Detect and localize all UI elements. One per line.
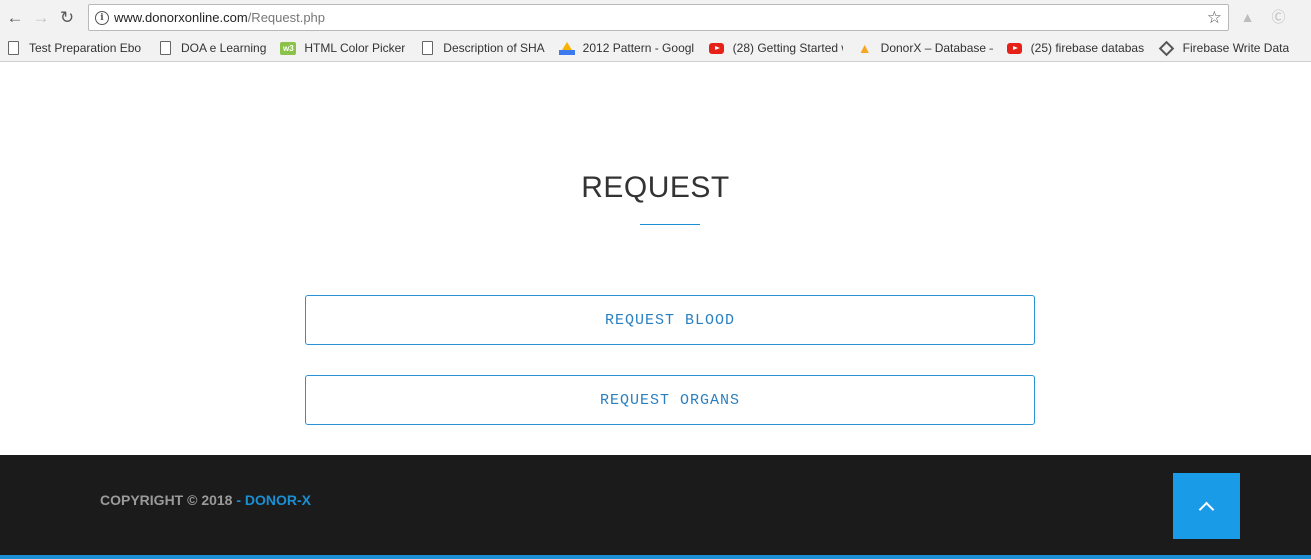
request-section: REQUEST REQUEST BLOOD REQUEST ORGANS <box>0 62 1311 455</box>
bookmark-label: 2012 Pattern - Googl <box>582 41 695 55</box>
bookmark-item[interactable]: Test Preparation Ebo <box>5 41 143 55</box>
skype-extension-icon[interactable]: Ⓒ <box>1270 8 1287 25</box>
bookmark-item[interactable]: (28) Getting Started w <box>709 41 843 55</box>
title-underline <box>640 224 700 225</box>
footer: COPYRIGHT © 2018 - DONOR-X <box>0 455 1311 559</box>
bookmark-label: DonorX – Database – <box>880 41 993 55</box>
page-icon <box>5 41 21 55</box>
bookmark-label: HTML Color Picker <box>304 41 406 55</box>
bookmark-item[interactable]: Description of SHA <box>419 41 545 55</box>
bookmark-label: Test Preparation Ebo <box>29 41 142 55</box>
pdf-extension-icon[interactable]: ▲ <box>1239 8 1256 25</box>
bookmark-label: Description of SHA <box>443 41 545 55</box>
youtube-icon <box>1007 41 1023 55</box>
youtube-icon <box>709 41 725 55</box>
page-icon <box>419 41 435 55</box>
chevron-up-icon <box>1198 501 1215 517</box>
request-blood-button[interactable]: REQUEST BLOOD <box>305 295 1035 345</box>
bookmark-item[interactable]: Firebase Write Data <box>1158 40 1290 56</box>
info-icon[interactable]: i <box>95 10 109 25</box>
firebase-icon: ▲ <box>857 40 872 56</box>
bookmark-label: (25) firebase databas <box>1030 41 1145 55</box>
bookmark-label: Firebase Write Data <box>1182 41 1290 55</box>
bookmark-item[interactable]: ▲ DonorX – Database – <box>857 40 993 56</box>
page-icon <box>157 41 173 55</box>
copyright-text: COPYRIGHT © 2018 - DONOR-X <box>100 492 311 508</box>
codelabs-icon <box>1158 40 1175 56</box>
request-organs-button[interactable]: REQUEST ORGANS <box>305 375 1035 425</box>
brand-link[interactable]: - DONOR-X <box>236 492 311 508</box>
forward-arrow-icon[interactable]: → <box>30 7 52 29</box>
address-bar[interactable]: i www.donorxonline.com/Request.php ☆ <box>88 4 1229 31</box>
back-to-top-button[interactable] <box>1173 473 1240 539</box>
url-path: /Request.php <box>247 10 326 25</box>
copyright-label: COPYRIGHT © 2018 <box>100 492 237 508</box>
footer-accent-bar <box>0 555 1311 559</box>
bookmarks-bar: Test Preparation Ebo DOA e Learning w3 H… <box>0 35 1311 62</box>
bookmark-item[interactable]: (25) firebase databas <box>1007 41 1145 55</box>
back-arrow-icon[interactable]: ← <box>4 7 26 29</box>
bookmark-item[interactable]: DOA e Learning <box>157 41 266 55</box>
page-title: REQUEST <box>581 171 730 204</box>
reload-icon[interactable]: ↻ <box>56 7 78 29</box>
bookmark-item[interactable]: 2012 Pattern - Googl <box>558 41 695 55</box>
bookmark-star-icon[interactable]: ☆ <box>1207 8 1222 28</box>
bookmark-label: (28) Getting Started w <box>732 41 843 55</box>
google-drive-icon <box>558 41 575 55</box>
url-host: www.donorxonline.com <box>114 10 248 25</box>
w3schools-icon: w3 <box>280 41 297 55</box>
bookmark-label: DOA e Learning <box>181 41 267 55</box>
browser-toolbar: ← → ↻ i www.donorxonline.com/Request.php… <box>0 0 1311 35</box>
bookmark-item[interactable]: w3 HTML Color Picker <box>280 41 405 55</box>
